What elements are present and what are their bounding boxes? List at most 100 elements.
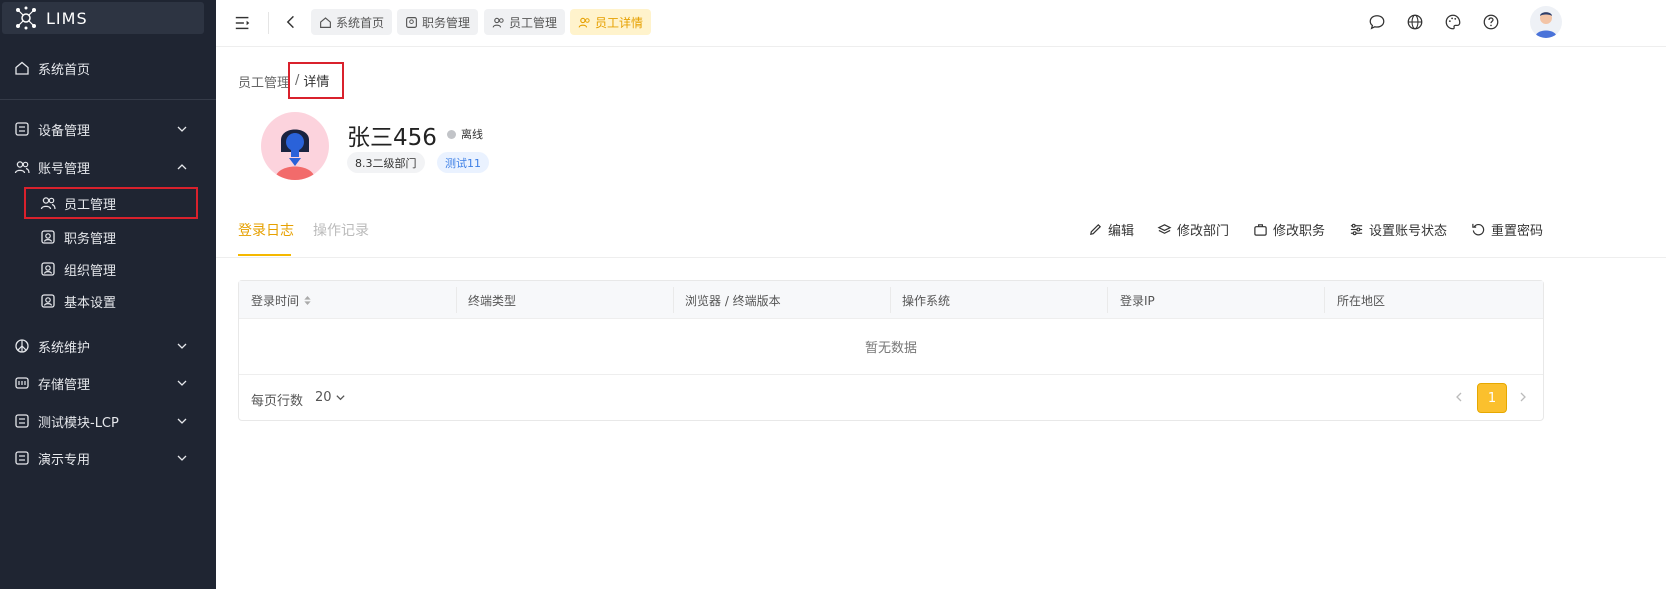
sidebar-group-maintenance[interactable]: 系统维护: [0, 328, 216, 364]
tab-login-log[interactable]: 登录日志: [238, 220, 294, 240]
status-badge: 离线: [447, 126, 483, 142]
sidebar-item-home[interactable]: 系统首页: [0, 50, 216, 86]
user-tag: 测试11: [437, 152, 489, 173]
rows-per-page-value: 20: [315, 390, 332, 405]
badge-icon: [40, 229, 56, 245]
column-label: 登录时间: [251, 294, 300, 308]
sidebar-item-label: 组织管理: [64, 263, 117, 279]
home-icon: [319, 16, 332, 29]
tabs-divider: [216, 257, 1666, 258]
sidebar-item-label: 测试模块-LCP: [38, 415, 119, 431]
column-login-time[interactable]: 登录时间: [251, 292, 312, 309]
reset-password-button[interactable]: 重置密码: [1471, 220, 1543, 239]
tab-label: 员工管理: [509, 15, 558, 30]
column-os: 操作系统: [902, 294, 951, 308]
reset-password-label: 重置密码: [1491, 224, 1544, 239]
sidebar-group-test-lcp[interactable]: 测试模块-LCP: [0, 403, 216, 439]
breadcrumb-parent[interactable]: 员工管理: [238, 76, 290, 91]
sort-icon[interactable]: [303, 295, 312, 306]
sidebar-item-label: 账号管理: [38, 161, 91, 177]
tab-label: 系统首页: [336, 15, 385, 30]
tab-employee-detail[interactable]: 员工详情: [570, 9, 652, 35]
sidebar-item-organizations[interactable]: 组织管理: [26, 255, 196, 283]
set-account-status-button[interactable]: 设置账号状态: [1349, 220, 1447, 239]
sidebar-group-demo[interactable]: 演示专用: [0, 440, 216, 476]
breadcrumb-separator: /: [295, 73, 300, 88]
help-icon[interactable]: [1481, 12, 1501, 32]
sidebar-item-label: 员工管理: [64, 197, 117, 213]
logo-text: LIMS: [46, 8, 88, 28]
user-name: 张三456: [347, 125, 437, 151]
next-page-icon[interactable]: [1517, 389, 1531, 405]
pencil-icon: [1088, 222, 1103, 237]
list-icon: [14, 413, 30, 429]
rows-per-page-select[interactable]: 20: [315, 390, 346, 405]
tab-home[interactable]: 系统首页: [311, 9, 393, 35]
peace-icon: [14, 338, 30, 354]
change-position-button[interactable]: 修改职务: [1253, 220, 1325, 239]
sidebar-item-label: 演示专用: [38, 452, 91, 468]
tab-active-indicator: [238, 254, 291, 256]
sidebar-item-positions[interactable]: 职务管理: [26, 223, 196, 251]
rows-per-page-label: 每页行数: [251, 394, 304, 409]
top-header: 系统首页 职务管理 员工管理 员工详情: [216, 0, 1666, 47]
tab-label: 职务管理: [422, 15, 471, 30]
logo[interactable]: LIMS: [2, 2, 204, 34]
back-arrow-icon[interactable]: [281, 12, 301, 32]
column-login-ip: 登录IP: [1120, 294, 1155, 308]
column-divider: [1107, 287, 1108, 313]
sidebar-group-accounts[interactable]: 账号管理: [0, 149, 216, 185]
main-content: 员工管理 / 详情 张三456 离线 8.3二级部门 测试11 登录日志 操作记…: [216, 48, 1666, 589]
breadcrumb-current-label: 详情: [303, 75, 330, 90]
edit-label: 编辑: [1108, 224, 1135, 239]
message-icon[interactable]: [1367, 12, 1387, 32]
sidebar-item-label: 职务管理: [64, 231, 117, 247]
sidebar-item-label: 存储管理: [38, 377, 91, 393]
chevron-up-icon: [177, 164, 187, 170]
chevron-down-icon: [177, 418, 187, 424]
badge-icon: [40, 293, 56, 309]
sidebar-item-basic-settings[interactable]: 基本设置: [26, 287, 196, 315]
sidebar-group-storage[interactable]: 存储管理: [0, 365, 216, 401]
tab-employees[interactable]: 员工管理: [484, 9, 566, 35]
chevron-down-icon: [177, 126, 187, 132]
chevron-down-icon: [177, 455, 187, 461]
pagination: 每页行数 20 1: [239, 375, 1543, 421]
column-divider: [673, 287, 674, 313]
column-browser-version: 浏览器 / 终端版本: [685, 294, 781, 308]
empty-state: 暂无数据: [239, 319, 1543, 375]
globe-icon[interactable]: [1405, 12, 1425, 32]
sidebar-item-label: 系统首页: [38, 62, 91, 78]
set-account-status-label: 设置账号状态: [1369, 224, 1448, 239]
tab-positions[interactable]: 职务管理: [397, 9, 479, 35]
sliders-icon: [1349, 222, 1364, 237]
palette-icon[interactable]: [1443, 12, 1463, 32]
logo-icon: [16, 6, 36, 30]
avatar[interactable]: [1530, 6, 1562, 38]
breadcrumb: 员工管理: [238, 72, 290, 91]
sidebar-item-employees[interactable]: 员工管理: [24, 187, 198, 219]
page-number-current[interactable]: 1: [1477, 383, 1507, 413]
change-department-button[interactable]: 修改部门: [1157, 220, 1229, 239]
prev-page-icon[interactable]: [1453, 389, 1467, 405]
change-position-label: 修改职务: [1273, 224, 1326, 239]
department-tag: 8.3二级部门: [347, 152, 425, 173]
column-terminal-type: 终端类型: [468, 294, 517, 308]
sidebar-divider: [0, 99, 216, 100]
header-divider: [268, 12, 269, 34]
table-header: 登录时间 终端类型 浏览器 / 终端版本 操作系统 登录IP 所在地区: [239, 281, 1543, 319]
users-icon: [578, 16, 591, 29]
chevron-down-icon: [177, 380, 187, 386]
users-icon: [40, 195, 56, 211]
reset-icon: [1471, 222, 1486, 237]
edit-button[interactable]: 编辑: [1088, 220, 1134, 239]
badge-icon: [40, 261, 56, 277]
home-icon: [14, 60, 30, 76]
column-divider: [1324, 287, 1325, 313]
status-dot: [447, 129, 456, 139]
sidebar-group-devices[interactable]: 设备管理: [0, 111, 216, 147]
menu-fold-icon[interactable]: [233, 13, 253, 33]
column-divider: [890, 287, 891, 313]
badge-icon: [405, 16, 418, 29]
tab-operation-log[interactable]: 操作记录: [313, 220, 369, 240]
